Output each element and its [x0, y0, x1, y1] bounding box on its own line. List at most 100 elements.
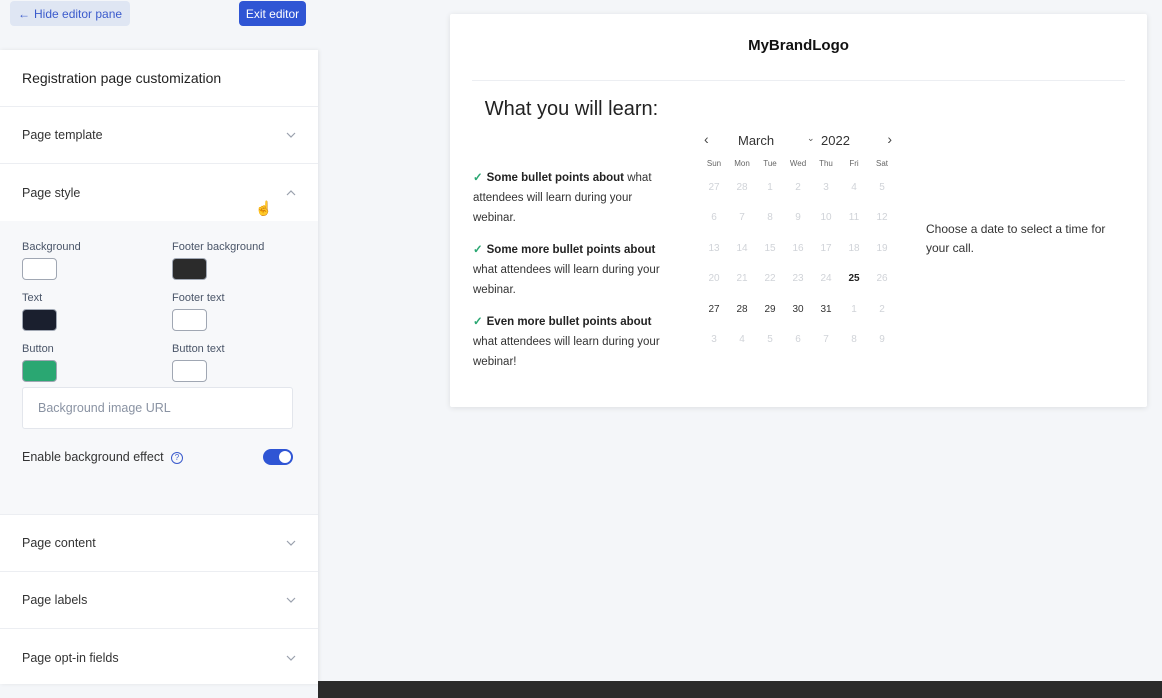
calendar-day: 5 — [767, 333, 773, 345]
color-swatch-field: Footer background — [172, 241, 292, 280]
calendar-day: 2 — [879, 303, 885, 315]
calendar-day: 22 — [764, 273, 776, 285]
check-icon: ✓ — [473, 316, 483, 328]
chevron-left-icon[interactable]: ‹ — [704, 131, 709, 147]
section-page-template[interactable]: Page template — [0, 107, 318, 164]
chevron-down-icon[interactable]: ⌄ — [807, 133, 815, 144]
color-swatch[interactable] — [22, 360, 57, 382]
color-swatch-field: Button — [22, 343, 172, 382]
section-label: Page content — [22, 536, 96, 550]
weekday-label: Fri — [849, 159, 859, 168]
calendar-day: 24 — [820, 273, 832, 285]
calendar-day: 1 — [767, 182, 773, 193]
calendar-day: 26 — [876, 273, 888, 285]
weekday-label: Wed — [789, 159, 807, 168]
calendar-day: 23 — [792, 273, 804, 285]
calendar-day: 4 — [851, 182, 857, 193]
color-swatch[interactable] — [172, 360, 207, 382]
choose-date-text: Choose a date to select a time for your … — [926, 222, 1106, 255]
calendar-day: 3 — [823, 182, 829, 193]
weekday-label: Mon — [734, 159, 750, 168]
swatch-label: Footer background — [172, 241, 265, 253]
calendar-day[interactable]: 31 — [812, 295, 840, 325]
calendar-day: 11 — [848, 212, 860, 224]
chevron-down-icon — [286, 132, 296, 138]
calendar-day: 17 — [820, 242, 832, 254]
calendar-day: 18 — [848, 242, 860, 254]
toggle-knob — [279, 451, 291, 463]
check-icon: ✓ — [473, 172, 483, 184]
year-select[interactable]: 2022 — [821, 133, 850, 148]
check-icon: ✓ — [473, 244, 483, 256]
chevron-up-icon — [286, 189, 296, 195]
chevron-right-icon[interactable]: › — [887, 131, 892, 147]
color-swatch-field: Text — [22, 292, 172, 331]
editor-toolbar: ← Hide editor pane Exit editor — [0, 0, 318, 50]
bullet-item: ✓ Some more bullet points about what atte… — [473, 240, 668, 300]
calendar-day: 28 — [736, 182, 748, 193]
weekday-label: Sun — [706, 159, 722, 168]
color-swatch[interactable] — [22, 258, 57, 280]
bullet-bold-text: Even more bullet points about — [486, 316, 652, 328]
weekday-label: Tue — [763, 159, 777, 168]
calendar-header: ‹ March ⌄ 2022 › — [700, 129, 896, 155]
calendar-day[interactable]: 28 — [728, 295, 756, 325]
calendar-day[interactable]: 25 — [840, 264, 868, 294]
swatch-label: Button text — [172, 343, 225, 355]
color-swatch-field: Footer text — [172, 292, 292, 331]
calendar-day: 7 — [823, 333, 829, 345]
calendar-day: 6 — [711, 212, 717, 224]
calendar-day: 8 — [767, 212, 773, 224]
section-page-optin-fields[interactable]: Page opt-in fields — [0, 629, 318, 686]
background-effect-row: Enable background effect ? — [22, 449, 293, 465]
bullet-item: ✓ Some bullet points about what attendees… — [473, 168, 668, 228]
color-swatch-grid: Background Footer background Text Footer te… — [22, 241, 296, 382]
swatch-label: Footer text — [172, 292, 225, 304]
calendar-day: 12 — [876, 212, 888, 224]
calendar-day[interactable]: 29 — [756, 295, 784, 325]
swatch-label: Button — [22, 343, 54, 355]
weekday-label: Thu — [819, 159, 833, 168]
calendar-day: 16 — [792, 242, 804, 254]
background-effect-toggle[interactable] — [263, 449, 293, 465]
swatch-label: Text — [22, 292, 43, 304]
exit-editor-button[interactable]: Exit editor — [239, 1, 306, 26]
page-style-panel: Background Footer background Text Footer te… — [0, 221, 318, 515]
arrow-left-icon: ← — [18, 6, 30, 21]
calendar-day: 21 — [736, 273, 748, 285]
calendar-day: 14 — [736, 242, 748, 254]
bullet-text: what attendees will learn during your we… — [473, 264, 660, 296]
section-label: Page opt-in fields — [22, 650, 119, 665]
section-page-labels[interactable]: Page labels — [0, 572, 318, 629]
divider — [472, 80, 1125, 81]
bullet-text: what attendees will learn during your we… — [473, 336, 660, 368]
hide-editor-pane-button[interactable]: ← Hide editor pane — [10, 1, 131, 26]
pane-title: Registration page customization — [0, 50, 318, 107]
registration-preview: MyBrandLogo What you will learn: ✓ Some b… — [450, 14, 1147, 407]
color-swatch-field: Background — [22, 241, 172, 280]
background-image-url-input[interactable] — [22, 387, 293, 429]
calendar-day[interactable]: 30 — [784, 295, 812, 325]
calendar-day: 3 — [711, 333, 717, 345]
mouse-cursor-icon: ☝ — [255, 200, 273, 216]
calendar-day: 15 — [764, 242, 776, 254]
calendar-day: 2 — [795, 182, 801, 193]
calendar-day[interactable]: 27 — [700, 295, 728, 325]
bullet-bold-text: Some more bullet points about — [486, 244, 656, 256]
bullet-bold-text: Some bullet points about — [486, 172, 625, 184]
calendar-day: 1 — [851, 303, 857, 315]
calendar-day: 13 — [708, 242, 720, 254]
section-page-content[interactable]: Page content — [0, 515, 318, 572]
color-swatch[interactable] — [22, 309, 57, 331]
editor-pane: Registration page customization Page tem… — [0, 50, 318, 684]
help-circle-icon[interactable]: ? — [171, 451, 184, 464]
color-swatch[interactable] — [172, 309, 207, 331]
date-picker: ‹ March ⌄ 2022 › Sun Mon Tue Wed Thu Fri Sat 27… — [700, 129, 896, 355]
calendar-day: 7 — [739, 212, 745, 224]
calendar-day: 10 — [820, 212, 832, 224]
color-swatch-field: Button text — [172, 343, 292, 382]
month-select[interactable]: March — [738, 133, 774, 148]
calendar-day: 19 — [876, 242, 888, 254]
color-swatch[interactable] — [172, 258, 207, 280]
bullet-item: ✓ Even more bullet points about what atte… — [473, 312, 668, 372]
